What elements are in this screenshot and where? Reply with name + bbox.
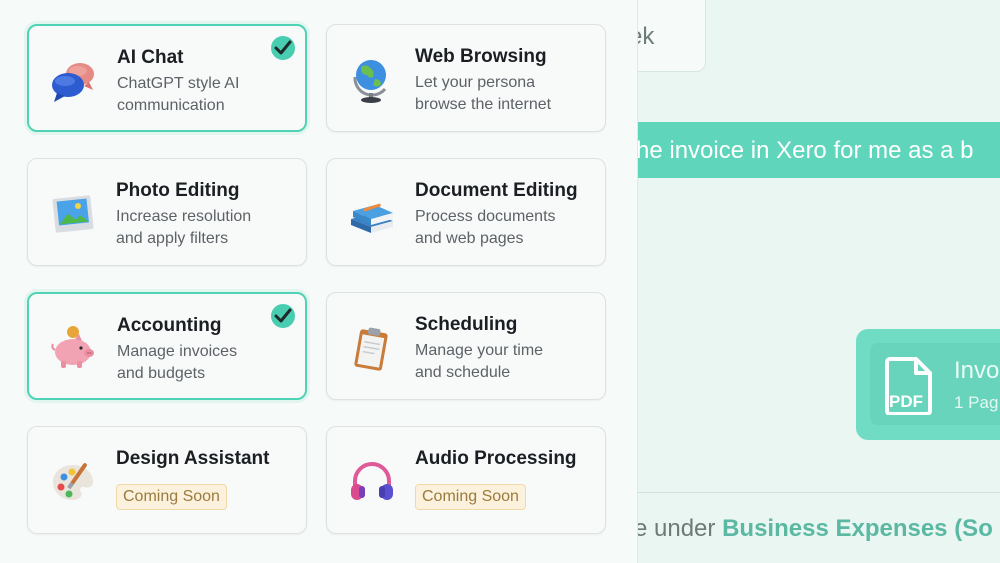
feature-title: Document Editing (415, 180, 578, 201)
globe-icon (353, 60, 387, 103)
coming-soon-badge: Coming Soon (116, 484, 227, 510)
feature-description-line: Manage your time (415, 342, 544, 359)
feature-title: Scheduling (415, 314, 518, 335)
books-icon (351, 203, 393, 233)
feature-description: Manage your time and schedule (415, 340, 595, 384)
feature-description-line: communication (117, 97, 225, 114)
feature-card-accounting[interactable]: Accounting Manage invoices and budgets (27, 292, 307, 400)
feature-selection-panel: AI Chat ChatGPT style AI communication W… (0, 0, 638, 563)
feature-description-line: and budgets (117, 365, 206, 382)
feature-description-line: ChatGPT style AI (117, 75, 240, 92)
feature-card-web-browsing[interactable]: Web Browsing Let your persona browse the… (326, 24, 606, 132)
checkmark-icon (271, 304, 295, 328)
pdf-page-count: 1 Pag (954, 393, 999, 412)
feature-title: Accounting (117, 315, 222, 336)
headphones-icon (351, 462, 393, 500)
feature-title: Web Browsing (415, 46, 547, 67)
chat-bubbles-icon (52, 63, 94, 102)
user-message-text: he invoice in Xero for me as a b (638, 137, 974, 164)
feature-card-document-editing[interactable]: Document Editing Process documents and w… (326, 158, 606, 266)
assistant-message-bold: Business Expenses (So (722, 515, 993, 542)
feature-description-line: browse the internet (415, 96, 552, 113)
feature-description-line: Process documents (415, 208, 556, 225)
pdf-label: PDF (889, 392, 923, 411)
feature-description: Let your persona browse the internet (415, 72, 595, 116)
clipboard-icon (354, 327, 388, 371)
feature-title: AI Chat (117, 47, 184, 68)
feature-description: Manage invoices and budgets (117, 341, 297, 385)
previous-message-card: ek (638, 0, 706, 72)
photo-icon (52, 195, 94, 233)
feature-card-scheduling[interactable]: Scheduling Manage your time and schedule (326, 292, 606, 400)
piggy-bank-icon (51, 326, 94, 368)
pdf-file-icon: PDF (885, 357, 932, 415)
conversation-background: ek he invoice in Xero for me as a b PDF … (638, 0, 1000, 563)
feature-description-line: and schedule (415, 364, 511, 381)
pdf-attachment[interactable]: PDF Invo 1 Pag (856, 329, 1000, 440)
palette-icon (53, 463, 93, 500)
feature-description: Process documents and web pages (415, 206, 595, 250)
feature-title: Photo Editing (116, 180, 240, 201)
previous-message-text: ek (638, 23, 655, 50)
feature-description: ChatGPT style AI communication (117, 73, 297, 117)
pdf-attachment-inner: PDF Invo 1 Pag (870, 343, 1000, 425)
user-message-bubble: he invoice in Xero for me as a b (638, 122, 1000, 178)
assistant-message-prefix: e under (638, 515, 723, 542)
feature-card-audio-processing[interactable]: Audio Processing Coming Soon (326, 426, 606, 534)
feature-title: Audio Processing (415, 448, 577, 469)
feature-card-ai-chat[interactable]: AI Chat ChatGPT style AI communication (27, 24, 307, 132)
coming-soon-badge: Coming Soon (415, 484, 526, 510)
feature-description-line: Manage invoices (117, 343, 238, 360)
divider (638, 492, 1000, 493)
assistant-message-text: e under Business Expenses (So (638, 515, 993, 543)
pdf-file-name: Invo (954, 357, 1000, 384)
feature-description: Increase resolution and apply filters (116, 206, 296, 250)
feature-card-design-assistant[interactable]: Design Assistant Coming Soon (27, 426, 307, 534)
feature-card-photo-editing[interactable]: Photo Editing Increase resolution and ap… (27, 158, 307, 266)
feature-title: Design Assistant (116, 448, 270, 469)
feature-description-line: and apply filters (116, 230, 229, 247)
feature-description-line: and web pages (415, 230, 524, 247)
feature-description-line: Let your persona (415, 74, 536, 91)
checkmark-icon (271, 36, 295, 60)
feature-description-line: Increase resolution (116, 208, 252, 225)
